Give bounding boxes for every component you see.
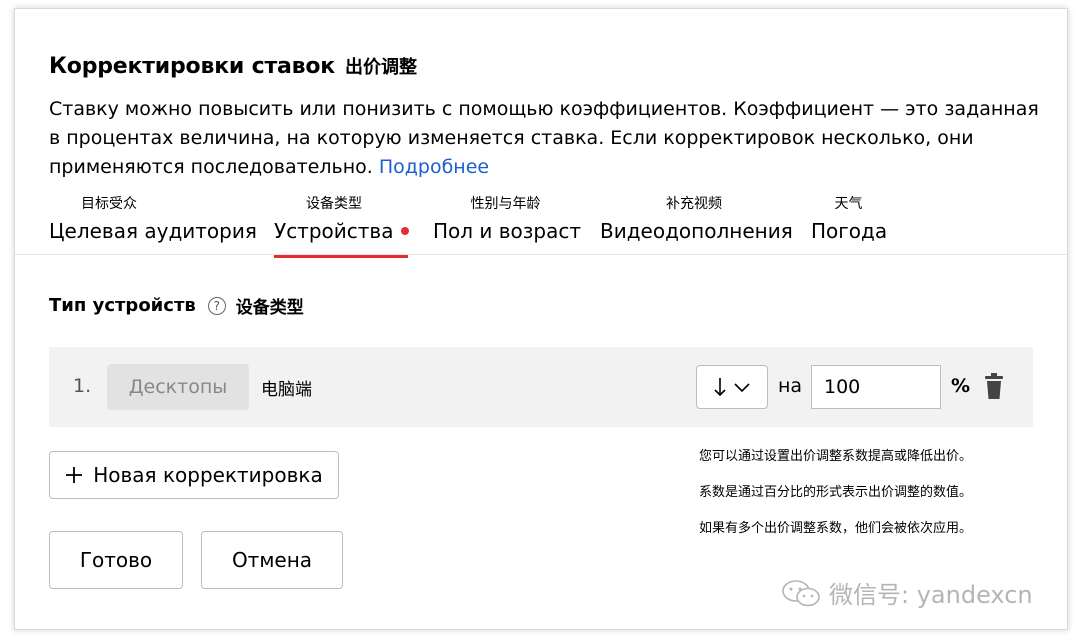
- note-line: 如果有多个出价调整系数，他们会被依次应用。: [699, 521, 973, 536]
- adjustment-row: 1. Десктопы 电脑端 на %: [49, 347, 1033, 427]
- watermark: 微信号: yandexcn: [781, 575, 1033, 610]
- active-dot-icon: [401, 226, 410, 235]
- section-title: Тип устройств: [49, 295, 196, 316]
- tab-gender-age[interactable]: 性别与年龄 Пол и возраст: [433, 193, 582, 255]
- tab-label: Видеодополнения: [600, 219, 793, 243]
- tab-label: Устройства: [274, 219, 394, 243]
- trash-icon[interactable]: [984, 372, 1004, 400]
- tab-cn-label: 设备类型: [306, 196, 362, 212]
- add-adjustment-button[interactable]: Новая корректировка: [49, 451, 339, 499]
- panel-description: Ставку можно повысить или понизить с пом…: [49, 95, 1049, 182]
- cancel-button[interactable]: Отмена: [201, 531, 343, 589]
- tab-label-wrap: Устройства: [274, 219, 410, 243]
- device-chip: Десктопы: [107, 364, 249, 410]
- panel-title: Корректировки ставок: [49, 54, 336, 79]
- tabs-divider: [15, 254, 1067, 255]
- chevron-down-icon: [734, 383, 750, 393]
- tab-audience[interactable]: 目标受众 Целевая аудитория: [49, 193, 257, 255]
- tab-cn-label: 性别与年龄: [470, 196, 541, 212]
- tab-cn-label: 补充视频: [666, 196, 722, 212]
- percent-sign: %: [951, 375, 971, 397]
- tab-weather[interactable]: 天气 Погода: [811, 193, 888, 255]
- section-title-cn: 设备类型: [235, 298, 304, 318]
- tab-cn-label: 目标受众: [81, 196, 137, 212]
- tab-label: Пол и возраст: [433, 219, 582, 243]
- panel-header: Корректировки ставок 出价调整: [49, 53, 417, 79]
- note-line: 您可以通过设置出价调整系数提高或降低出价。: [699, 449, 973, 464]
- question-circle-icon[interactable]: ?: [207, 296, 226, 315]
- description-text: Ставку можно повысить или понизить с пом…: [49, 98, 1039, 178]
- on-label: на: [778, 375, 803, 397]
- device-label-cn: 电脑端: [261, 380, 312, 400]
- tab-devices[interactable]: 设备类型 Устройства: [274, 193, 410, 258]
- tab-label: Погода: [811, 219, 888, 243]
- percent-input[interactable]: [811, 365, 941, 409]
- note-line: 系数是通过百分比的形式表示出价调整的数值。: [699, 485, 973, 500]
- plus-icon: [66, 467, 83, 483]
- done-button[interactable]: Готово: [49, 531, 183, 589]
- bid-adjustments-panel: Корректировки ставок 出价调整 Ставку можно п…: [14, 8, 1068, 630]
- more-link[interactable]: Подробнее: [379, 156, 489, 178]
- tab-label: Целевая аудитория: [49, 219, 257, 243]
- section-header: Тип устройств ? 设备类型: [49, 293, 304, 318]
- cn-notes: 您可以通过设置出价调整系数提高或降低出价。 系数是通过百分比的形式表示出价调整的…: [699, 439, 972, 547]
- direction-select[interactable]: [696, 365, 768, 409]
- add-adjustment-label: Новая корректировка: [93, 463, 323, 487]
- panel-title-cn: 出价调整: [345, 57, 418, 78]
- tab-video[interactable]: 补充视频 Видеодополнения: [600, 193, 793, 255]
- row-number: 1.: [73, 375, 92, 397]
- wechat-icon: [782, 579, 820, 606]
- arrow-down-icon: [714, 378, 726, 397]
- watermark-text: 微信号: yandexcn: [829, 581, 1033, 609]
- tab-cn-label: 天气: [834, 196, 863, 212]
